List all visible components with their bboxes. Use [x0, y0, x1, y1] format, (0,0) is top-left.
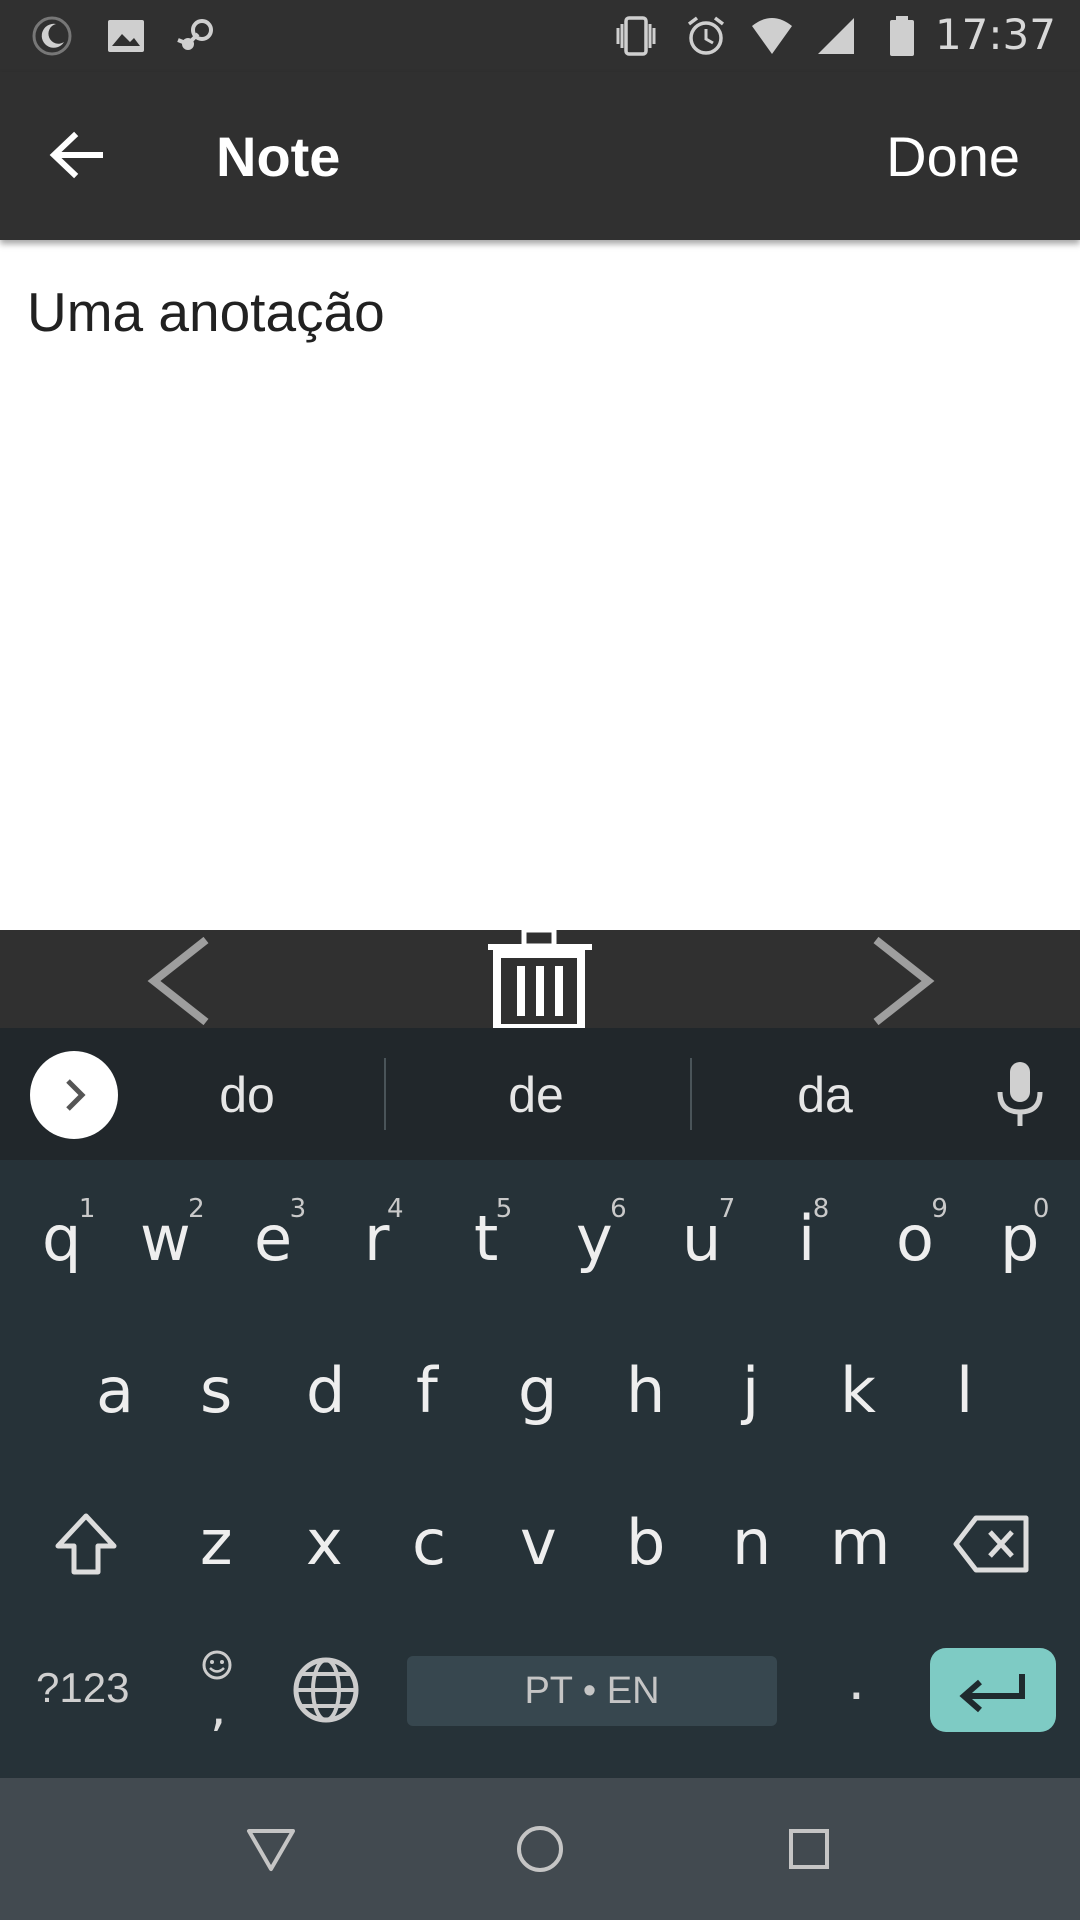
suggestion-expand-button[interactable] [30, 1051, 118, 1139]
key-b[interactable]: b [626, 1506, 665, 1579]
key-y[interactable]: y6 [576, 1194, 627, 1275]
app-bar: Note Done [0, 72, 1080, 240]
key-a[interactable]: a [96, 1354, 134, 1427]
language-key[interactable] [290, 1654, 362, 1741]
home-circle-icon [517, 1826, 563, 1872]
key-e[interactable]: e3 [254, 1194, 306, 1275]
key-t[interactable]: t5 [474, 1194, 512, 1275]
key-q[interactable]: q1 [42, 1194, 95, 1275]
previous-note-button[interactable] [140, 934, 220, 1033]
key-c[interactable]: c [412, 1506, 446, 1579]
key-o[interactable]: o9 [896, 1194, 948, 1275]
back-button[interactable] [36, 112, 122, 198]
key-d[interactable]: d [306, 1354, 345, 1427]
key-f[interactable]: f [416, 1354, 438, 1427]
key-h[interactable]: h [626, 1354, 665, 1427]
key-m[interactable]: m [830, 1506, 890, 1579]
trash-icon [488, 927, 592, 1032]
suggestion-strip: do de da [0, 1028, 1080, 1160]
next-note-button[interactable] [862, 934, 942, 1033]
chevron-right-icon [873, 936, 935, 1026]
nav-back-button[interactable] [243, 1821, 299, 1877]
steam-icon [174, 14, 218, 58]
smiley-icon [202, 1650, 232, 1680]
divider [690, 1058, 692, 1130]
note-editor[interactable]: Uma anotação [0, 240, 1080, 930]
note-toolbar [0, 927, 1080, 1032]
key-w[interactable]: w2 [140, 1194, 205, 1275]
key-x[interactable]: x [306, 1506, 343, 1579]
microphone-button[interactable] [990, 1060, 1050, 1130]
suggestion-item[interactable]: de [436, 1066, 636, 1124]
moon-icon [30, 14, 74, 58]
key-z[interactable]: z [200, 1506, 233, 1579]
enter-arrow-icon [959, 1674, 1025, 1713]
page-title: Note [216, 125, 341, 188]
spacebar[interactable]: PT • EN [407, 1656, 777, 1726]
symbols-key[interactable]: ?123 [36, 1664, 129, 1712]
period-key[interactable]: . [848, 1644, 865, 1713]
chevron-right-icon [66, 1079, 86, 1111]
key-j[interactable]: j [742, 1354, 759, 1427]
key-l[interactable]: l [956, 1354, 973, 1427]
recents-square-icon [789, 1829, 829, 1869]
status-bar: 17:37 [0, 0, 1080, 72]
key-v[interactable]: v [520, 1506, 557, 1579]
vibrate-icon [614, 14, 658, 58]
key-r[interactable]: r4 [364, 1194, 404, 1275]
battery-icon [880, 14, 924, 58]
wifi-icon [750, 14, 794, 58]
key-u[interactable]: u7 [682, 1194, 735, 1275]
divider [384, 1058, 386, 1130]
chevron-left-icon [147, 936, 209, 1026]
shift-key[interactable] [52, 1510, 120, 1593]
keyboard: do de da q1 w2 e3 r4 t5 y6 u7 i8 o9 p0 a… [0, 1028, 1080, 1778]
status-time: 17:37 [934, 10, 1056, 59]
delete-note-button[interactable] [484, 927, 596, 1035]
enter-key[interactable] [930, 1648, 1056, 1732]
suggestion-item[interactable]: da [725, 1066, 925, 1124]
backspace-icon [953, 1515, 1029, 1573]
key-g[interactable]: g [518, 1354, 557, 1427]
globe-icon [293, 1657, 359, 1723]
backspace-key[interactable] [952, 1514, 1032, 1589]
suggestion-item[interactable]: do [147, 1066, 347, 1124]
nav-home-button[interactable] [512, 1821, 568, 1877]
signal-icon [814, 14, 858, 58]
done-button[interactable]: Done [886, 124, 1020, 189]
key-s[interactable]: s [200, 1354, 232, 1427]
arrow-left-icon [49, 131, 103, 179]
navigation-bar [0, 1778, 1080, 1920]
key-p[interactable]: p0 [1000, 1194, 1049, 1275]
image-icon [104, 14, 148, 58]
shift-arrow-icon [55, 1513, 117, 1575]
key-k[interactable]: k [840, 1354, 876, 1427]
key-i[interactable]: i8 [798, 1194, 829, 1275]
key-n[interactable]: n [732, 1506, 771, 1579]
back-triangle-icon [247, 1829, 295, 1871]
nav-recents-button[interactable] [781, 1821, 837, 1877]
alarm-icon [684, 14, 728, 58]
note-text[interactable]: Uma anotação [27, 280, 385, 344]
microphone-icon [997, 1062, 1043, 1126]
